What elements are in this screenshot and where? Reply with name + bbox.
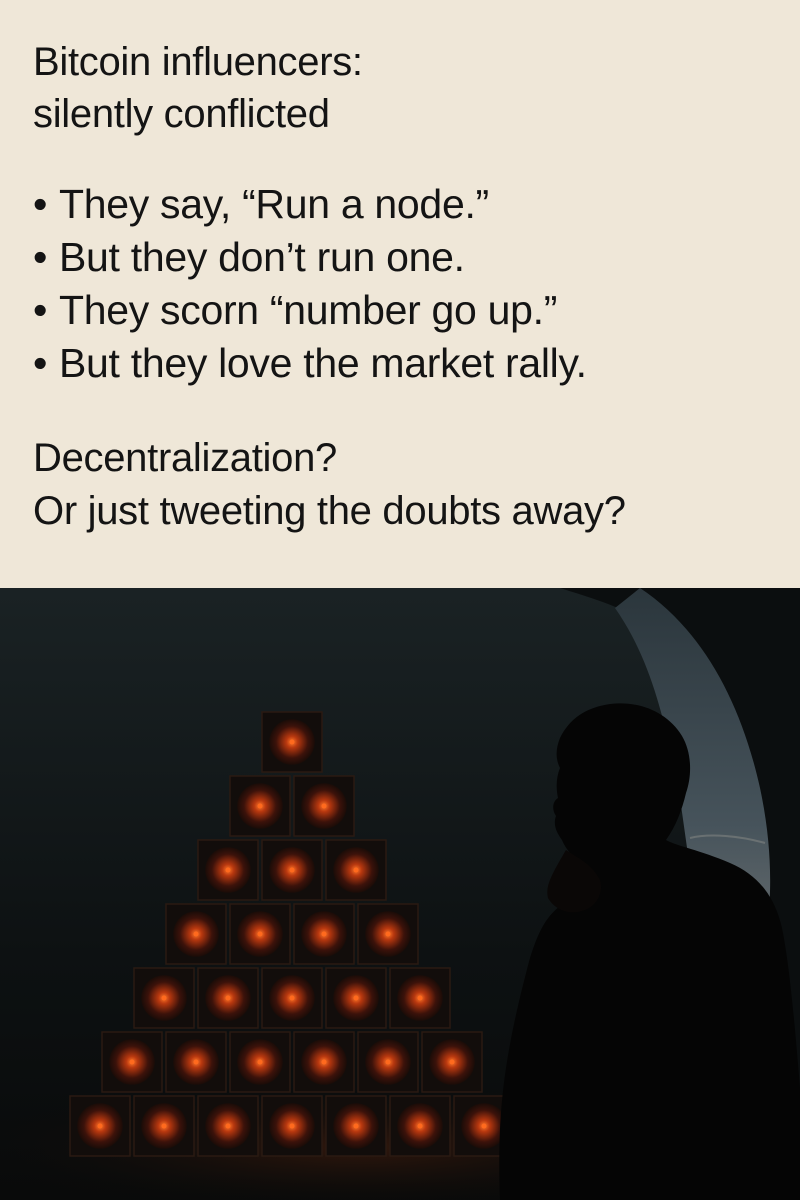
- title-line: silently conflicted: [33, 92, 330, 136]
- rig-led: [289, 739, 295, 745]
- rig-led: [161, 995, 167, 1001]
- cave-scene-image: [0, 588, 800, 1200]
- closing-line: Decentralization?: [33, 436, 337, 480]
- rig-led: [289, 867, 295, 873]
- bullet-icon: •: [33, 234, 48, 280]
- rig-led: [385, 1059, 391, 1065]
- bullet-text: They say, “Run a node.”: [59, 181, 489, 227]
- rig-led: [353, 867, 359, 873]
- rig-led: [449, 1059, 455, 1065]
- bullet-list: • They say, “Run a node.” • But they don’t…: [33, 178, 587, 390]
- rig-led: [321, 931, 327, 937]
- rig-led: [353, 1123, 359, 1129]
- bullet-item: • But they love the market rally.: [33, 337, 587, 390]
- rig-led: [129, 1059, 135, 1065]
- rig-led: [225, 995, 231, 1001]
- rig-led: [225, 867, 231, 873]
- rig-led: [193, 1059, 199, 1065]
- bullet-text: But they don’t run one.: [59, 234, 465, 280]
- rig-led: [193, 931, 199, 937]
- closing-line: Or just tweeting the doubts away?: [33, 489, 626, 533]
- rig-led: [257, 931, 263, 937]
- illustration: [0, 588, 800, 1200]
- rig-led: [321, 1059, 327, 1065]
- bullet-item: • But they don’t run one.: [33, 231, 587, 284]
- rig-led: [417, 1123, 423, 1129]
- rig-led: [289, 995, 295, 1001]
- rig-led: [289, 1123, 295, 1129]
- closing-question: Decentralization? Or just tweeting the d…: [33, 432, 626, 538]
- bullet-text: But they love the market rally.: [59, 340, 587, 386]
- post-title: Bitcoin influencers: silently conflicted: [33, 36, 363, 140]
- rig-led: [161, 1123, 167, 1129]
- rig-led: [225, 1123, 231, 1129]
- rig-led: [321, 803, 327, 809]
- rig-led: [353, 995, 359, 1001]
- bullet-item: • They scorn “number go up.”: [33, 284, 587, 337]
- rig-led: [385, 931, 391, 937]
- bullet-icon: •: [33, 287, 48, 333]
- rig-led: [97, 1123, 103, 1129]
- bullet-icon: •: [33, 340, 48, 386]
- bullet-text: They scorn “number go up.”: [59, 287, 558, 333]
- bullet-item: • They say, “Run a node.”: [33, 178, 587, 231]
- rig-led: [257, 803, 263, 809]
- bullet-icon: •: [33, 181, 48, 227]
- text-panel: Bitcoin influencers: silently conflicted…: [0, 0, 800, 588]
- rig-led: [257, 1059, 263, 1065]
- meme-page: Bitcoin influencers: silently conflicted…: [0, 0, 800, 1200]
- rig-led: [417, 995, 423, 1001]
- title-line: Bitcoin influencers:: [33, 40, 363, 84]
- rig-led: [481, 1123, 487, 1129]
